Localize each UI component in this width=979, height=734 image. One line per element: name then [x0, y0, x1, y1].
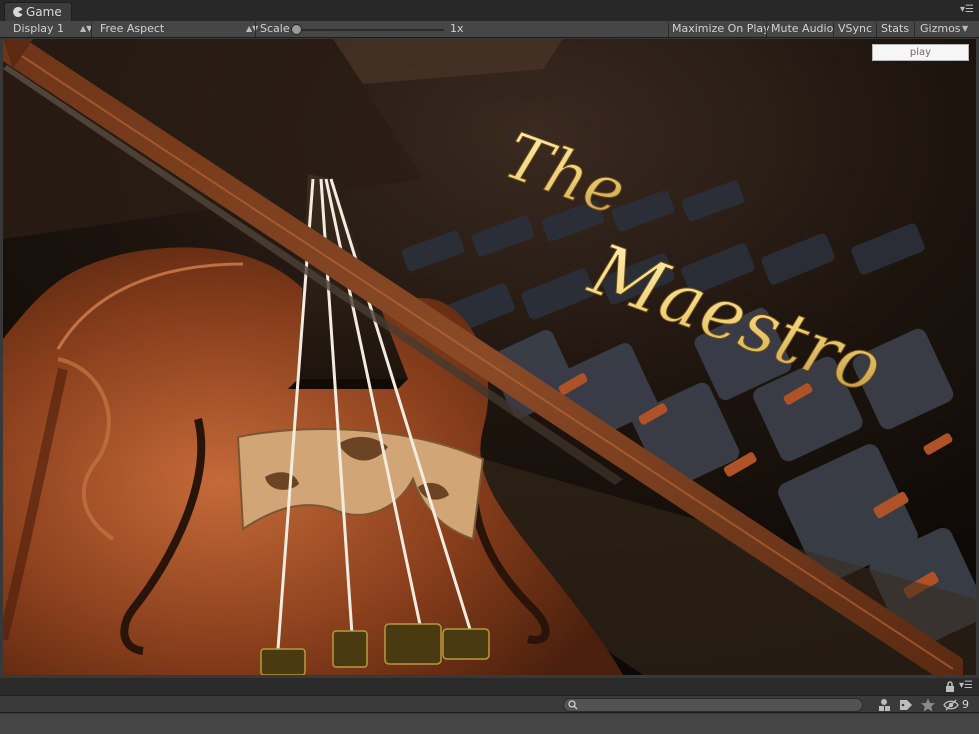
display-dropdown-label: Display 1 — [13, 22, 65, 35]
title-overlay: The Maestro — [494, 119, 893, 410]
display-dropdown[interactable]: Display 1 — [13, 21, 64, 38]
project-panel-body — [0, 714, 979, 734]
mute-audio-button[interactable]: Mute Audio — [771, 21, 833, 38]
project-toolbar: 9 — [0, 695, 979, 713]
toolbar-divider — [255, 22, 256, 37]
hidden-count: 9 — [962, 698, 969, 711]
gizmos-button[interactable]: Gizmos — [920, 21, 961, 38]
toolbar-divider — [876, 22, 877, 37]
search-icon — [568, 700, 578, 710]
maximize-on-play-button[interactable]: Maximize On Play — [672, 21, 770, 38]
hidden-eye-icon[interactable] — [943, 697, 959, 713]
game-view-toolbar: Display 1 ▲▼ Free Aspect ▲▼ Scale 1x Max… — [0, 21, 979, 38]
tab-game[interactable]: Game — [4, 2, 72, 21]
toolbar-divider — [668, 22, 669, 37]
filter-by-label-icon[interactable] — [898, 697, 914, 713]
scale-label: Scale — [260, 22, 290, 35]
tab-game-label: Game — [26, 5, 62, 19]
vsync-button[interactable]: VSync — [838, 21, 872, 38]
aspect-dropdown[interactable]: Free Aspect — [100, 21, 164, 38]
title-line-2: Maestro — [578, 226, 893, 409]
filter-by-type-icon[interactable] — [876, 697, 892, 713]
toolbar-divider — [766, 22, 767, 37]
toolbar-divider — [833, 22, 834, 37]
aspect-dropdown-label: Free Aspect — [100, 22, 165, 35]
aspect-dropdown-arrow-icon: ▲▼ — [246, 24, 259, 33]
pacman-game-icon — [13, 7, 23, 17]
panel-tab-bar: ▾☰ — [0, 678, 979, 695]
search-input[interactable] — [563, 698, 863, 712]
scale-slider-thumb[interactable] — [291, 24, 302, 35]
title-line-1: The — [495, 119, 635, 230]
toolbar-divider — [91, 22, 92, 37]
stats-button[interactable]: Stats — [881, 21, 909, 38]
gizmos-dropdown-arrow-icon[interactable]: ▼ — [962, 21, 968, 37]
unity-editor-window: Game ▾☰ Display 1 ▲▼ Free Aspect ▲▼ Scal… — [0, 0, 979, 734]
tab-menu-icon[interactable]: ▾☰ — [960, 4, 974, 16]
play-button[interactable]: play — [872, 44, 969, 61]
scale-value: 1x — [450, 22, 464, 35]
lock-icon[interactable] — [945, 681, 955, 692]
toolbar-divider — [914, 22, 915, 37]
favorite-star-icon[interactable] — [920, 697, 936, 713]
panel-menu-icon[interactable]: ▾☰ — [959, 680, 973, 692]
tab-bar: Game ▾☰ — [0, 0, 979, 21]
scale-slider-track[interactable] — [296, 29, 444, 31]
game-viewport[interactable]: The Maestro play — [3, 39, 976, 675]
